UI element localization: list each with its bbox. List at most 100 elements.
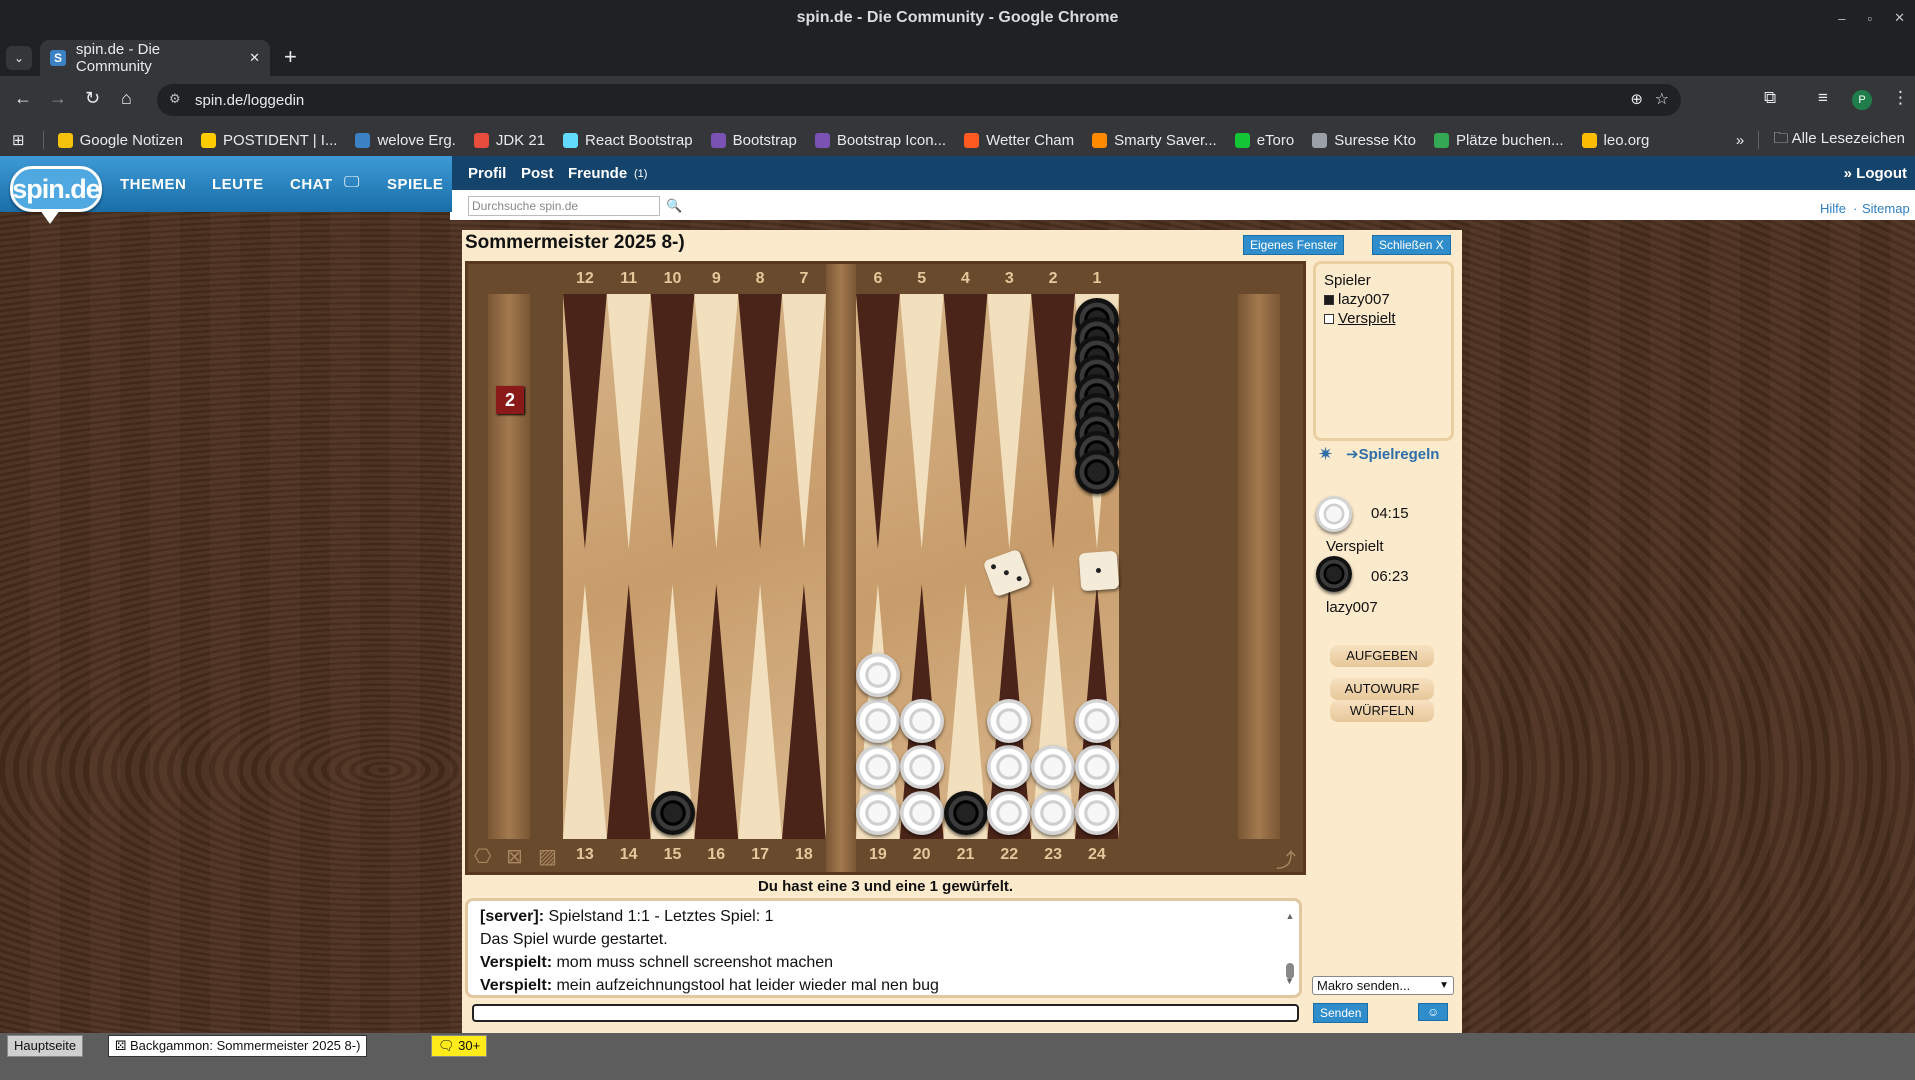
all-bookmarks[interactable]: 🗀 Alle Lesezeichen bbox=[1773, 128, 1905, 153]
board-option-icon-1[interactable]: ⎔ bbox=[474, 844, 491, 869]
macro-select[interactable]: Makro senden... ▼ bbox=[1312, 976, 1454, 995]
nav-spiele[interactable]: SPIELE bbox=[387, 176, 443, 193]
bookmark-item[interactable]: Bootstrap Icon... bbox=[814, 132, 946, 149]
white-checker[interactable] bbox=[1031, 745, 1076, 789]
site-search-input[interactable]: Durchsuche spin.de bbox=[468, 196, 660, 216]
nav-themen[interactable]: THEMEN bbox=[120, 176, 186, 193]
bookmark-star-icon[interactable]: ☆ bbox=[1655, 89, 1669, 109]
media-icon[interactable]: ≡ bbox=[1818, 88, 1828, 108]
white-checker[interactable] bbox=[855, 745, 900, 789]
board-point[interactable] bbox=[782, 294, 826, 549]
nav-post[interactable]: Post bbox=[521, 165, 554, 182]
white-checker[interactable] bbox=[855, 791, 900, 835]
address-bar[interactable]: ⚙ spin.de/loggedin ⊕ ☆ bbox=[157, 84, 1681, 116]
white-checker[interactable] bbox=[1031, 791, 1076, 835]
search-icon[interactable]: 🔍 bbox=[666, 198, 682, 214]
emoji-icon[interactable]: ☺ bbox=[1418, 1003, 1449, 1021]
bookmark-item[interactable]: leo.org bbox=[1581, 132, 1649, 149]
board-point[interactable] bbox=[856, 294, 900, 549]
tab-search-icon[interactable]: ⌄ bbox=[6, 46, 32, 70]
logout-link[interactable]: » Logout bbox=[1844, 165, 1907, 182]
own-window-button[interactable]: Eigenes Fenster bbox=[1243, 235, 1345, 255]
bookmark-item[interactable]: eToro bbox=[1234, 132, 1294, 149]
board-option-icon-2[interactable]: ⊠ bbox=[506, 844, 523, 869]
white-checker[interactable] bbox=[1074, 745, 1119, 789]
minimize-icon[interactable]: – bbox=[1838, 11, 1845, 26]
extensions-icon[interactable]: ⧉ bbox=[1764, 88, 1776, 108]
apps-icon[interactable]: ⊞ bbox=[12, 131, 25, 149]
board-point[interactable] bbox=[650, 294, 695, 549]
white-checker[interactable] bbox=[899, 699, 944, 743]
white-checker[interactable] bbox=[899, 745, 944, 789]
taskbar-home[interactable]: Hauptseite bbox=[7, 1035, 84, 1057]
back-icon[interactable]: ← bbox=[14, 88, 32, 109]
sitemap-link[interactable]: Sitemap bbox=[1862, 201, 1910, 216]
white-checker[interactable] bbox=[1074, 699, 1119, 743]
autowurf-button[interactable]: AUTOWURF bbox=[1330, 678, 1434, 700]
black-checker[interactable] bbox=[943, 791, 988, 835]
home-icon[interactable]: ⌂ bbox=[121, 88, 132, 109]
bookmark-item[interactable]: Suresse Kto bbox=[1312, 132, 1416, 149]
close-game-button[interactable]: Schließen X bbox=[1372, 235, 1451, 255]
flip-board-icon[interactable]: ⤴ bbox=[1276, 844, 1296, 873]
nav-chat[interactable]: CHAT bbox=[290, 176, 333, 193]
white-checker[interactable] bbox=[855, 653, 900, 697]
menu-icon[interactable]: ⋮ bbox=[1892, 88, 1909, 108]
bookmarks-more-icon[interactable]: » bbox=[1736, 132, 1744, 149]
backgammon-board[interactable]: 2 ⎔ ⊠ ▨ ⤴ 12 11 10 9 8 7 6 5 4 3 2 1 13 14 15 16 17 18 19 2… bbox=[465, 261, 1306, 875]
bookmark-item[interactable]: React Bootstrap bbox=[563, 132, 693, 149]
white-checker[interactable] bbox=[1074, 791, 1119, 835]
bug-icon[interactable]: ✷ bbox=[1318, 444, 1333, 465]
board-point[interactable] bbox=[987, 294, 1032, 549]
board-point[interactable] bbox=[563, 294, 607, 549]
site-info-icon[interactable]: ⚙ bbox=[169, 91, 181, 107]
new-tab-icon[interactable]: + bbox=[284, 44, 297, 70]
tab-close-icon[interactable]: ✕ bbox=[249, 50, 260, 66]
chat-scrollbar[interactable]: ▲ ▼ bbox=[1285, 905, 1295, 993]
board-point[interactable] bbox=[694, 584, 739, 839]
bookmark-item[interactable]: Wetter Cham bbox=[964, 132, 1074, 149]
chat-input[interactable] bbox=[472, 1004, 1299, 1022]
bookmark-item[interactable]: Smarty Saver... bbox=[1092, 132, 1217, 149]
nav-freunde[interactable]: Freunde bbox=[568, 165, 627, 182]
maximize-icon[interactable]: ▫ bbox=[1867, 11, 1872, 26]
board-point[interactable] bbox=[738, 294, 782, 549]
rules-link[interactable]: ➔Spielregeln bbox=[1346, 445, 1439, 463]
send-button[interactable]: Senden bbox=[1313, 1003, 1369, 1023]
bookmark-item[interactable]: POSTIDENT | I... bbox=[200, 132, 337, 149]
wuerfeln-button[interactable]: WÜRFELN bbox=[1330, 700, 1434, 722]
board-point[interactable] bbox=[899, 294, 944, 549]
black-checker[interactable] bbox=[650, 791, 695, 835]
white-checker[interactable] bbox=[987, 699, 1032, 743]
taskbar-game[interactable]: ⚄ Backgammon: Sommermeister 2025 8-) bbox=[108, 1035, 368, 1057]
bookmark-item[interactable]: Plätze buchen... bbox=[1433, 132, 1564, 149]
forward-icon[interactable]: → bbox=[49, 88, 67, 109]
bookmark-item[interactable]: Google Notizen bbox=[57, 132, 183, 149]
white-checker[interactable] bbox=[987, 745, 1032, 789]
nav-profil[interactable]: Profil bbox=[468, 165, 506, 182]
white-checker[interactable] bbox=[987, 791, 1032, 835]
spin-logo[interactable]: spin.de bbox=[10, 166, 102, 212]
bookmark-item[interactable]: Bootstrap bbox=[710, 132, 797, 149]
zoom-icon[interactable]: ⊕ bbox=[1630, 90, 1643, 108]
taskbar-notifications[interactable]: 🗨 30+ bbox=[431, 1035, 488, 1057]
close-window-icon[interactable]: ✕ bbox=[1894, 10, 1905, 26]
white-checker[interactable] bbox=[899, 791, 944, 835]
bookmark-item[interactable]: JDK 21 bbox=[473, 132, 545, 149]
tab-spin[interactable]: S spin.de - Die Community ✕ bbox=[40, 40, 270, 76]
reload-icon[interactable]: ↻ bbox=[85, 88, 100, 109]
board-point[interactable] bbox=[1031, 294, 1075, 549]
board-point[interactable] bbox=[563, 584, 607, 839]
help-link[interactable]: Hilfe bbox=[1820, 201, 1846, 216]
board-point[interactable] bbox=[606, 294, 651, 549]
white-checker[interactable] bbox=[855, 699, 900, 743]
board-point[interactable] bbox=[694, 294, 739, 549]
nav-leute[interactable]: LEUTE bbox=[212, 176, 264, 193]
board-point[interactable] bbox=[738, 584, 782, 839]
board-point[interactable] bbox=[782, 584, 826, 839]
bookmark-item[interactable]: welove Erg. bbox=[355, 132, 456, 149]
black-checker[interactable] bbox=[1074, 450, 1119, 494]
board-point[interactable] bbox=[606, 584, 651, 839]
player-verspielt[interactable]: Verspielt bbox=[1338, 310, 1396, 327]
aufgeben-button[interactable]: AUFGEBEN bbox=[1330, 645, 1434, 667]
